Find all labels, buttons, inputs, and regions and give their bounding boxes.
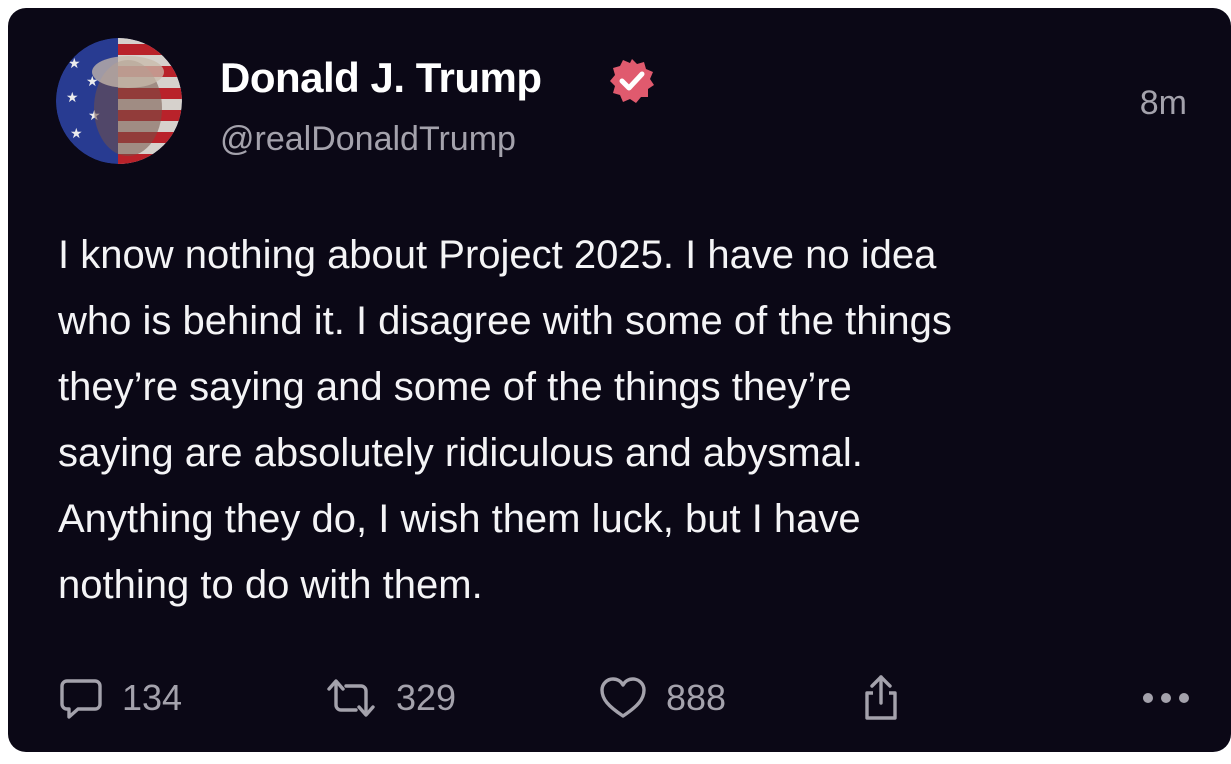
post-text-line: saying are absolutely ridiculous and aby… <box>58 431 863 475</box>
more-options-button[interactable] <box>1141 668 1191 728</box>
like-count: 888 <box>666 677 727 718</box>
post-text-line: nothing to do with them. <box>58 563 483 607</box>
post-text-line: I know nothing about Project 2025. I hav… <box>58 233 937 277</box>
post-text-line: they’re saying and some of the things th… <box>58 365 852 409</box>
post-text-line: who is behind it. I disagree with some o… <box>58 299 952 343</box>
repost-button[interactable]: 329 <box>324 668 456 728</box>
speech-bubble-icon <box>60 679 102 719</box>
post-text: I know nothing about Project 2025. I hav… <box>58 222 1208 618</box>
verified-badge-icon <box>610 59 654 103</box>
post-timestamp[interactable]: 8m <box>1140 84 1187 123</box>
share-button[interactable] <box>858 668 904 728</box>
heart-icon <box>600 677 646 718</box>
share-icon <box>865 675 897 720</box>
avatar-image: ★ ★ ★ ★ ★ <box>56 38 182 164</box>
repost-count: 329 <box>396 677 457 718</box>
author-handle[interactable]: @realDonaldTrump <box>220 120 516 159</box>
like-button[interactable]: 888 <box>598 668 726 728</box>
reply-button[interactable]: 134 <box>58 668 182 728</box>
post-card[interactable]: ★ ★ ★ ★ ★ Donald J. Trump @realDonaldTru… <box>8 8 1231 752</box>
more-dots-icon <box>1143 693 1189 703</box>
repost-arrows-icon <box>327 679 375 717</box>
avatar[interactable]: ★ ★ ★ ★ ★ <box>56 38 182 164</box>
post-text-line: Anything they do, I wish them luck, but … <box>58 497 861 541</box>
action-bar: 134 329 888 <box>58 668 1191 728</box>
display-name[interactable]: Donald J. Trump <box>220 54 542 102</box>
reply-count: 134 <box>122 677 183 718</box>
